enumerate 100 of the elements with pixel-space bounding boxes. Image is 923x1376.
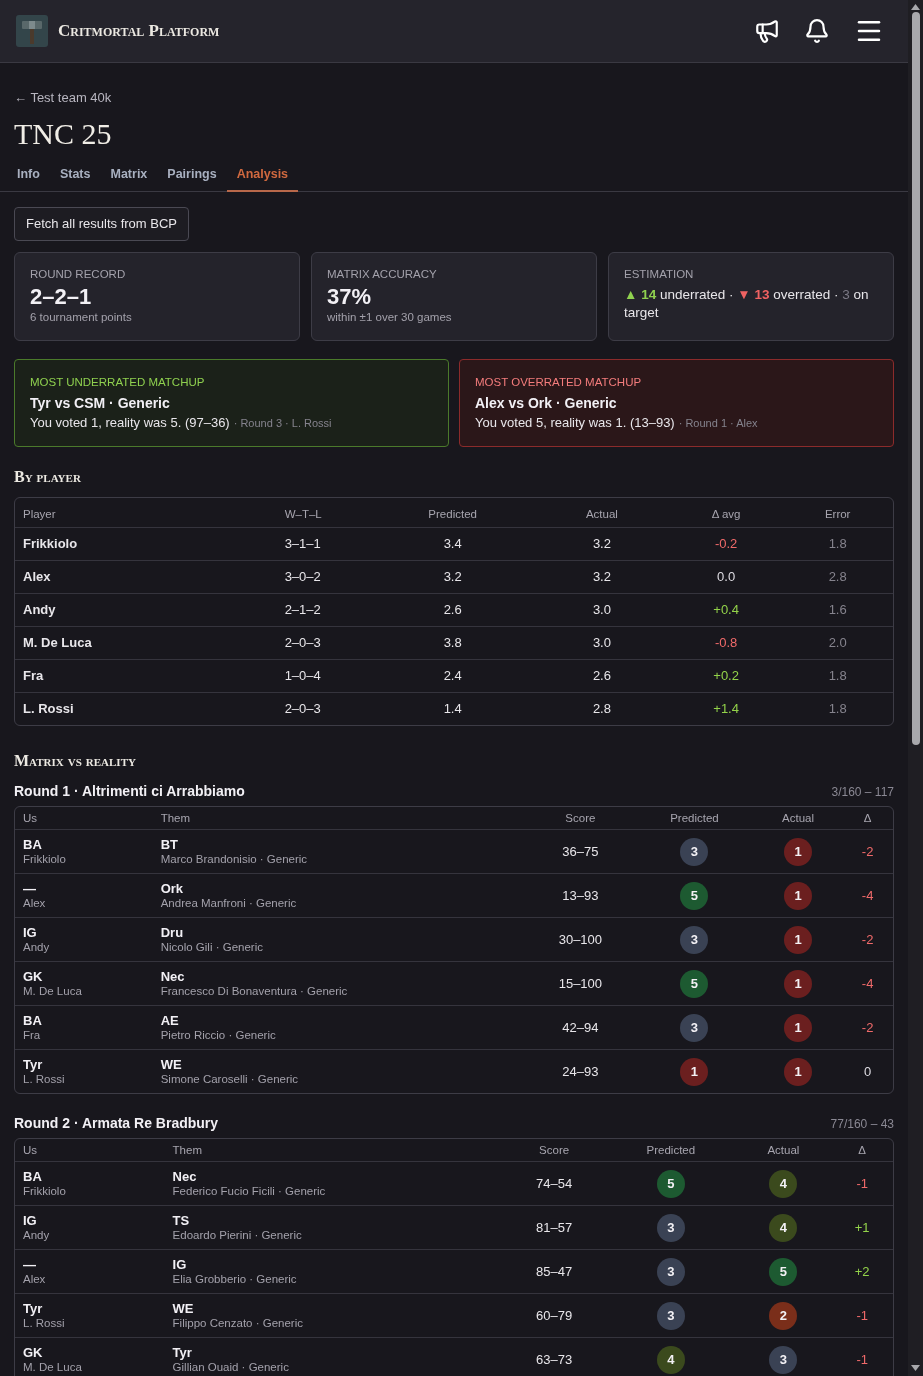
army-code: Tyr bbox=[23, 1057, 44, 1073]
opponent-name: Andrea Manfroni · Generic bbox=[160, 897, 298, 910]
error-value: 1.8 bbox=[782, 659, 893, 692]
match-score: 85–47 bbox=[501, 1249, 607, 1293]
stat-note: within ±1 over 30 games bbox=[327, 310, 453, 324]
tab[interactable]: Stats bbox=[49, 158, 101, 192]
opponent-army: Nec bbox=[160, 969, 186, 985]
scroll-down-icon[interactable] bbox=[911, 1365, 920, 1371]
actual-rating: 1 bbox=[784, 1013, 813, 1042]
army-code: BA bbox=[23, 1013, 43, 1029]
page-title: TNC 25 bbox=[14, 118, 113, 150]
match-score: 30–100 bbox=[525, 917, 636, 961]
army-code: GK bbox=[23, 1345, 44, 1361]
column-header: Player bbox=[22, 507, 57, 522]
match-score: 60–79 bbox=[501, 1293, 607, 1337]
column-header: Score bbox=[564, 811, 597, 826]
matchup-title: Alex vs Ork · Generic bbox=[475, 394, 618, 412]
column-header: Actual bbox=[781, 811, 816, 826]
match-score: 15–100 bbox=[525, 961, 636, 1005]
matchup-title: Tyr vs CSM · Generic bbox=[30, 394, 171, 412]
predicted-rating: 5 bbox=[680, 969, 709, 998]
predicted-rating: 3 bbox=[656, 1257, 685, 1286]
rating-delta: -4 bbox=[842, 961, 893, 1005]
column-header: Us bbox=[22, 811, 39, 826]
scroll-up-icon[interactable] bbox=[911, 4, 920, 10]
win-tie-loss: 2–0–3 bbox=[276, 626, 372, 659]
column-header: Error bbox=[823, 507, 852, 522]
opponent-name: Federico Fucio Ficili · Generic bbox=[172, 1185, 327, 1198]
predicted-rating: 3 bbox=[656, 1301, 685, 1330]
player-name: Alex bbox=[23, 897, 47, 910]
matchup-label: MOST UNDERRATED MATCHUP bbox=[30, 375, 206, 389]
rating-delta: +2 bbox=[831, 1249, 893, 1293]
army-code: BA bbox=[23, 1169, 43, 1185]
scrollbar-thumb[interactable] bbox=[911, 12, 920, 745]
scrollbar[interactable] bbox=[908, 0, 923, 1376]
actual-average: 3.0 bbox=[533, 626, 670, 659]
column-header: Score bbox=[538, 1143, 571, 1158]
error-value: 1.6 bbox=[782, 593, 893, 626]
player-name: Andy bbox=[15, 593, 277, 626]
matchup-detail: You voted 5, reality was 1. (13–93) bbox=[475, 415, 675, 431]
tab[interactable]: Analysis bbox=[226, 158, 299, 192]
match-score: 42–94 bbox=[525, 1005, 636, 1049]
tab[interactable]: Info bbox=[7, 158, 50, 192]
column-header: Δ avg bbox=[710, 507, 742, 522]
hammer-icon bbox=[16, 15, 48, 47]
opponent-army: BT bbox=[160, 837, 180, 853]
predicted-rating: 1 bbox=[680, 1057, 709, 1086]
column-header: Them bbox=[171, 1143, 203, 1158]
player-name: L. Rossi bbox=[23, 1317, 66, 1330]
match-score: 36–75 bbox=[525, 829, 636, 873]
actual-rating: 1 bbox=[784, 837, 813, 866]
notifications-bell-icon[interactable] bbox=[804, 18, 830, 44]
army-code: — bbox=[23, 1257, 37, 1273]
actual-rating: 5 bbox=[769, 1257, 798, 1286]
player-name: L. Rossi bbox=[15, 692, 277, 725]
rating-delta: -4 bbox=[842, 873, 893, 917]
army-code: Tyr bbox=[23, 1301, 44, 1317]
fetch-results-button[interactable]: Fetch all results from BCP bbox=[14, 207, 189, 241]
win-tie-loss: 3–1–1 bbox=[276, 527, 372, 560]
player-name: Andy bbox=[23, 1229, 51, 1242]
predicted-average: 3.8 bbox=[371, 626, 534, 659]
match-score: 81–57 bbox=[501, 1205, 607, 1249]
player-name: M. De Luca bbox=[15, 626, 277, 659]
megaphone-icon[interactable] bbox=[754, 18, 780, 44]
back-link[interactable]: ← Test team 40k bbox=[14, 90, 112, 105]
match-score: 13–93 bbox=[525, 873, 636, 917]
app-title: Critmortal Platform bbox=[58, 21, 220, 41]
opponent-name: Francesco Di Bonaventura · Generic bbox=[160, 985, 349, 998]
matchup-detail: You voted 1, reality was 5. (97–36) bbox=[30, 415, 230, 431]
actual-average: 3.2 bbox=[533, 527, 670, 560]
error-value: 1.8 bbox=[782, 692, 893, 725]
column-header: Them bbox=[159, 811, 192, 826]
opponent-name: Gillian Ouaid · Generic bbox=[172, 1361, 290, 1374]
actual-rating: 1 bbox=[784, 969, 813, 998]
column-header: W–T–L bbox=[283, 507, 323, 522]
actual-average: 2.8 bbox=[533, 692, 670, 725]
win-tie-loss: 2–0–3 bbox=[276, 692, 372, 725]
opponent-army: WE bbox=[172, 1301, 195, 1317]
tab[interactable]: Matrix bbox=[100, 158, 158, 192]
predicted-rating: 4 bbox=[656, 1345, 685, 1374]
win-tie-loss: 1–0–4 bbox=[276, 659, 372, 692]
column-header: Δ bbox=[857, 1143, 867, 1158]
section-title: Matrix vs reality bbox=[14, 751, 137, 771]
actual-average: 2.6 bbox=[533, 659, 670, 692]
actual-average: 3.2 bbox=[533, 560, 670, 593]
delta-average: +1.4 bbox=[669, 692, 783, 725]
rating-delta: 0 bbox=[842, 1049, 893, 1093]
opponent-army: WE bbox=[160, 1057, 183, 1073]
predicted-average: 3.2 bbox=[371, 560, 534, 593]
actual-rating: 1 bbox=[784, 1057, 813, 1086]
rating-delta: -1 bbox=[831, 1337, 893, 1376]
opponent-name: Filippo Cenzato · Generic bbox=[172, 1317, 304, 1330]
actual-rating: 4 bbox=[769, 1213, 798, 1242]
player-name: Frikkiolo bbox=[23, 1185, 67, 1198]
round-total: 3/160 – 117 bbox=[831, 785, 894, 799]
predicted-average: 2.6 bbox=[371, 593, 534, 626]
tab[interactable]: Pairings bbox=[157, 158, 227, 192]
opponent-name: Nicolo Gili · Generic bbox=[160, 941, 264, 954]
actual-rating: 1 bbox=[784, 881, 813, 910]
actual-average: 3.0 bbox=[533, 593, 670, 626]
